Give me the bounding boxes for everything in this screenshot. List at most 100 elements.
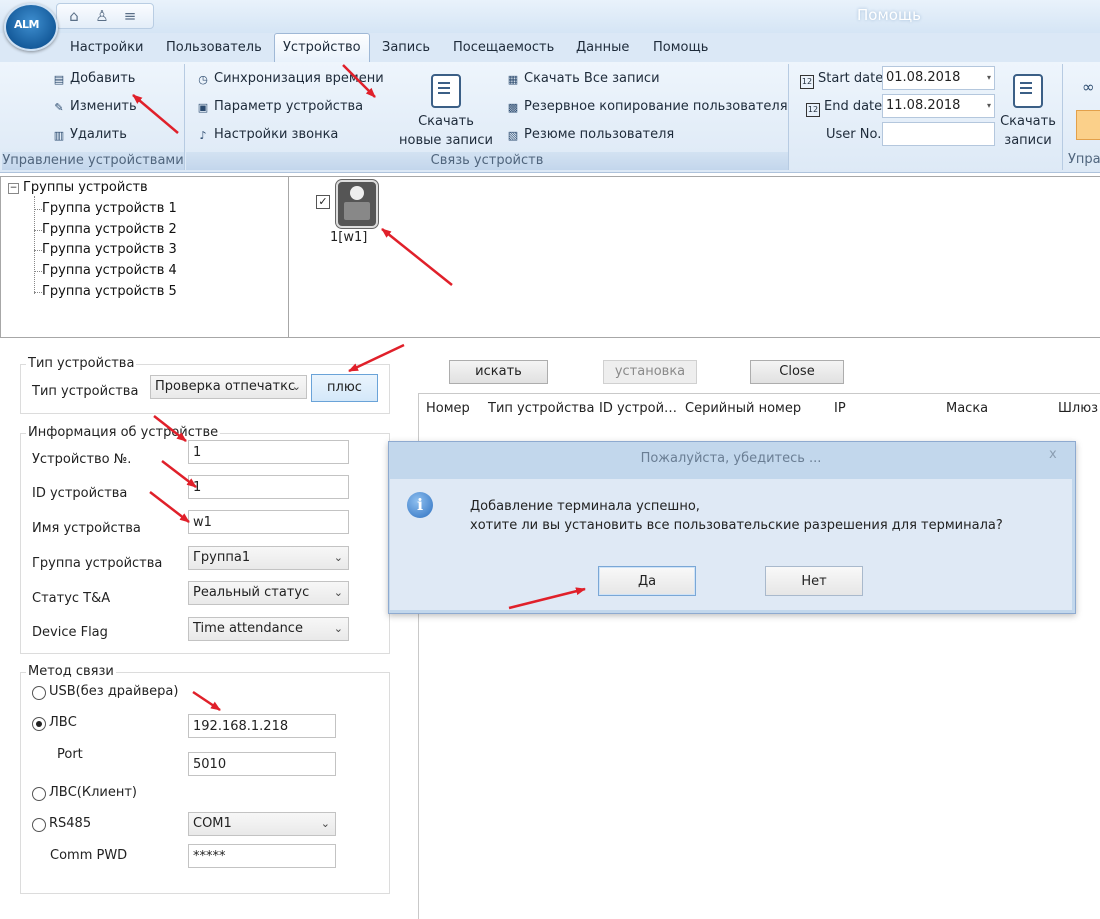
delete-label: Удалить <box>70 127 127 142</box>
column-header[interactable]: ID устрой… <box>599 401 677 416</box>
home-icon[interactable]: ⌂ <box>65 7 83 25</box>
user-summary-label: Резюме пользователя <box>524 127 675 142</box>
search-button[interactable]: искать <box>449 360 548 384</box>
close-button[interactable]: Close <box>750 360 844 384</box>
tab-help[interactable]: Помощь <box>645 38 716 62</box>
tab-record[interactable]: Запись <box>374 38 438 62</box>
download-new-records-button[interactable]: Скачать новые записи <box>396 74 496 150</box>
keypad <box>344 202 370 220</box>
device-group-label: Группа устройства <box>32 556 163 571</box>
device-param-button[interactable]: ▣ Параметр устройства <box>196 99 363 114</box>
terminal-device-icon[interactable] <box>336 180 378 228</box>
column-header[interactable]: IP <box>834 401 846 416</box>
rs485-label: RS485 <box>49 816 92 831</box>
tab-data[interactable]: Данные <box>568 38 637 62</box>
sync-time-button[interactable]: ◷ Синхронизация времени <box>196 71 383 86</box>
tree-branch <box>34 250 42 251</box>
highlighted-tool-icon[interactable] <box>1076 110 1100 140</box>
download-records-icon <box>431 74 461 108</box>
tree-item[interactable]: Группа устройств 1 <box>42 201 177 216</box>
calendar-icon: 12 <box>806 103 820 117</box>
ip-input[interactable]: 192.168.1.218 <box>188 714 336 738</box>
dialog-message-line1: Добавление терминала успешно, <box>470 499 700 514</box>
column-header[interactable]: Номер <box>426 401 470 416</box>
download-records-label: Скачать записи <box>1000 114 1056 148</box>
yes-button[interactable]: Да <box>598 566 696 596</box>
column-header[interactable]: Серийный номер <box>685 401 801 416</box>
chevron-down-icon: ⌄ <box>333 551 343 564</box>
device-param-icon: ▣ <box>197 101 209 114</box>
chevron-down-icon: ⌄ <box>291 380 301 393</box>
section-title: Информация об устройстве <box>26 425 221 440</box>
tab-settings[interactable]: Настройки <box>62 38 151 62</box>
backup-icon: ▩ <box>507 101 519 114</box>
lan-client-radio[interactable] <box>32 787 46 801</box>
comm-pwd-label: Comm PWD <box>50 848 128 863</box>
group-label: Связь устройств <box>186 152 788 170</box>
download-all-label: Скачать Все записи <box>524 71 660 86</box>
plus-button[interactable]: плюс <box>311 374 378 402</box>
usb-radio[interactable] <box>32 686 46 700</box>
device-type-select[interactable]: Проверка отпечаткс ⌄ <box>150 375 307 399</box>
add-icon: ▤ <box>53 73 65 86</box>
install-button[interactable]: установка <box>603 360 697 384</box>
ta-status-select[interactable]: Реальный статус ⌄ <box>188 581 349 605</box>
com-port-select[interactable]: COM1 ⌄ <box>188 812 336 836</box>
menu-icon[interactable]: ≡ <box>121 7 139 25</box>
no-button[interactable]: Нет <box>765 566 863 596</box>
ta-status-label: Статус T&A <box>32 591 111 606</box>
tree-item[interactable]: Группа устройств 2 <box>42 222 177 237</box>
tree-connector <box>34 196 35 294</box>
device-flag-select[interactable]: Time attendance ⌄ <box>188 617 349 641</box>
device-id-input[interactable]: 1 <box>188 475 349 499</box>
comm-pwd-input[interactable]: ***** <box>188 844 336 868</box>
tree-item[interactable]: Группа устройств 3 <box>42 242 177 257</box>
add-device-button[interactable]: ▤ Добавить <box>52 71 136 86</box>
port-input[interactable]: 5010 <box>188 752 336 776</box>
column-header[interactable]: Маска <box>946 401 988 416</box>
app-logo-text: ALM <box>14 18 39 31</box>
device-canvas <box>289 176 1100 338</box>
section-title: Тип устройства <box>26 356 137 371</box>
lan-radio[interactable] <box>32 717 46 731</box>
chevron-down-icon: ⌄ <box>333 622 343 635</box>
chevron-down-icon: ⌄ <box>320 817 330 830</box>
app-logo-icon[interactable]: ALM <box>4 3 58 51</box>
delete-device-button[interactable]: ▥ Удалить <box>52 127 127 142</box>
start-date-label: 12 Start date <box>800 71 883 89</box>
users-icon[interactable]: ♙ <box>93 7 111 25</box>
tab-user[interactable]: Пользователь <box>158 38 270 62</box>
bell-settings-button[interactable]: ♪ Настройки звонка <box>196 127 338 142</box>
device-label[interactable]: 1[w1] <box>330 230 367 245</box>
device-no-input[interactable]: 1 <box>188 440 349 464</box>
tree-item[interactable]: Группа устройств 5 <box>42 284 177 299</box>
download-records-icon <box>1013 74 1043 108</box>
end-date-picker[interactable]: 11.08.2018 ▾ <box>882 94 995 118</box>
backup-users-button[interactable]: ▩ Резервное копирование пользователя <box>506 99 788 114</box>
download-all-icon: ▦ <box>507 73 519 86</box>
bell-settings-label: Настройки звонка <box>214 127 339 142</box>
rs485-radio[interactable] <box>32 818 46 832</box>
close-icon[interactable]: x <box>1049 447 1057 462</box>
user-no-input[interactable] <box>882 122 995 146</box>
download-records-button[interactable]: Скачать записи <box>998 74 1058 150</box>
device-checkbox[interactable]: ✓ <box>316 195 330 209</box>
edit-device-button[interactable]: ✎ Изменить <box>52 99 136 114</box>
group-label-cut: Упра <box>1068 152 1100 167</box>
device-group-select[interactable]: Группа1 ⌄ <box>188 546 349 570</box>
tree-root[interactable]: Группы устройств <box>23 180 148 195</box>
download-all-records-button[interactable]: ▦ Скачать Все записи <box>506 71 660 86</box>
delete-icon: ▥ <box>53 129 65 142</box>
tree-branch <box>34 271 42 272</box>
tree-branch <box>34 230 42 231</box>
user-summary-button[interactable]: ▧ Резюме пользователя <box>506 127 674 142</box>
column-header[interactable]: Шлюз <box>1058 401 1098 416</box>
start-date-picker[interactable]: 01.08.2018 ▾ <box>882 66 995 90</box>
device-name-input[interactable]: w1 <box>188 510 349 534</box>
tab-attendance[interactable]: Посещаемость <box>445 38 562 62</box>
tree-item[interactable]: Группа устройств 4 <box>42 263 177 278</box>
column-header[interactable]: Тип устройства <box>488 401 594 416</box>
collapse-icon[interactable]: − <box>8 183 19 194</box>
link-icon[interactable]: ∞ <box>1082 78 1095 96</box>
tab-device[interactable]: Устройство <box>274 33 370 62</box>
